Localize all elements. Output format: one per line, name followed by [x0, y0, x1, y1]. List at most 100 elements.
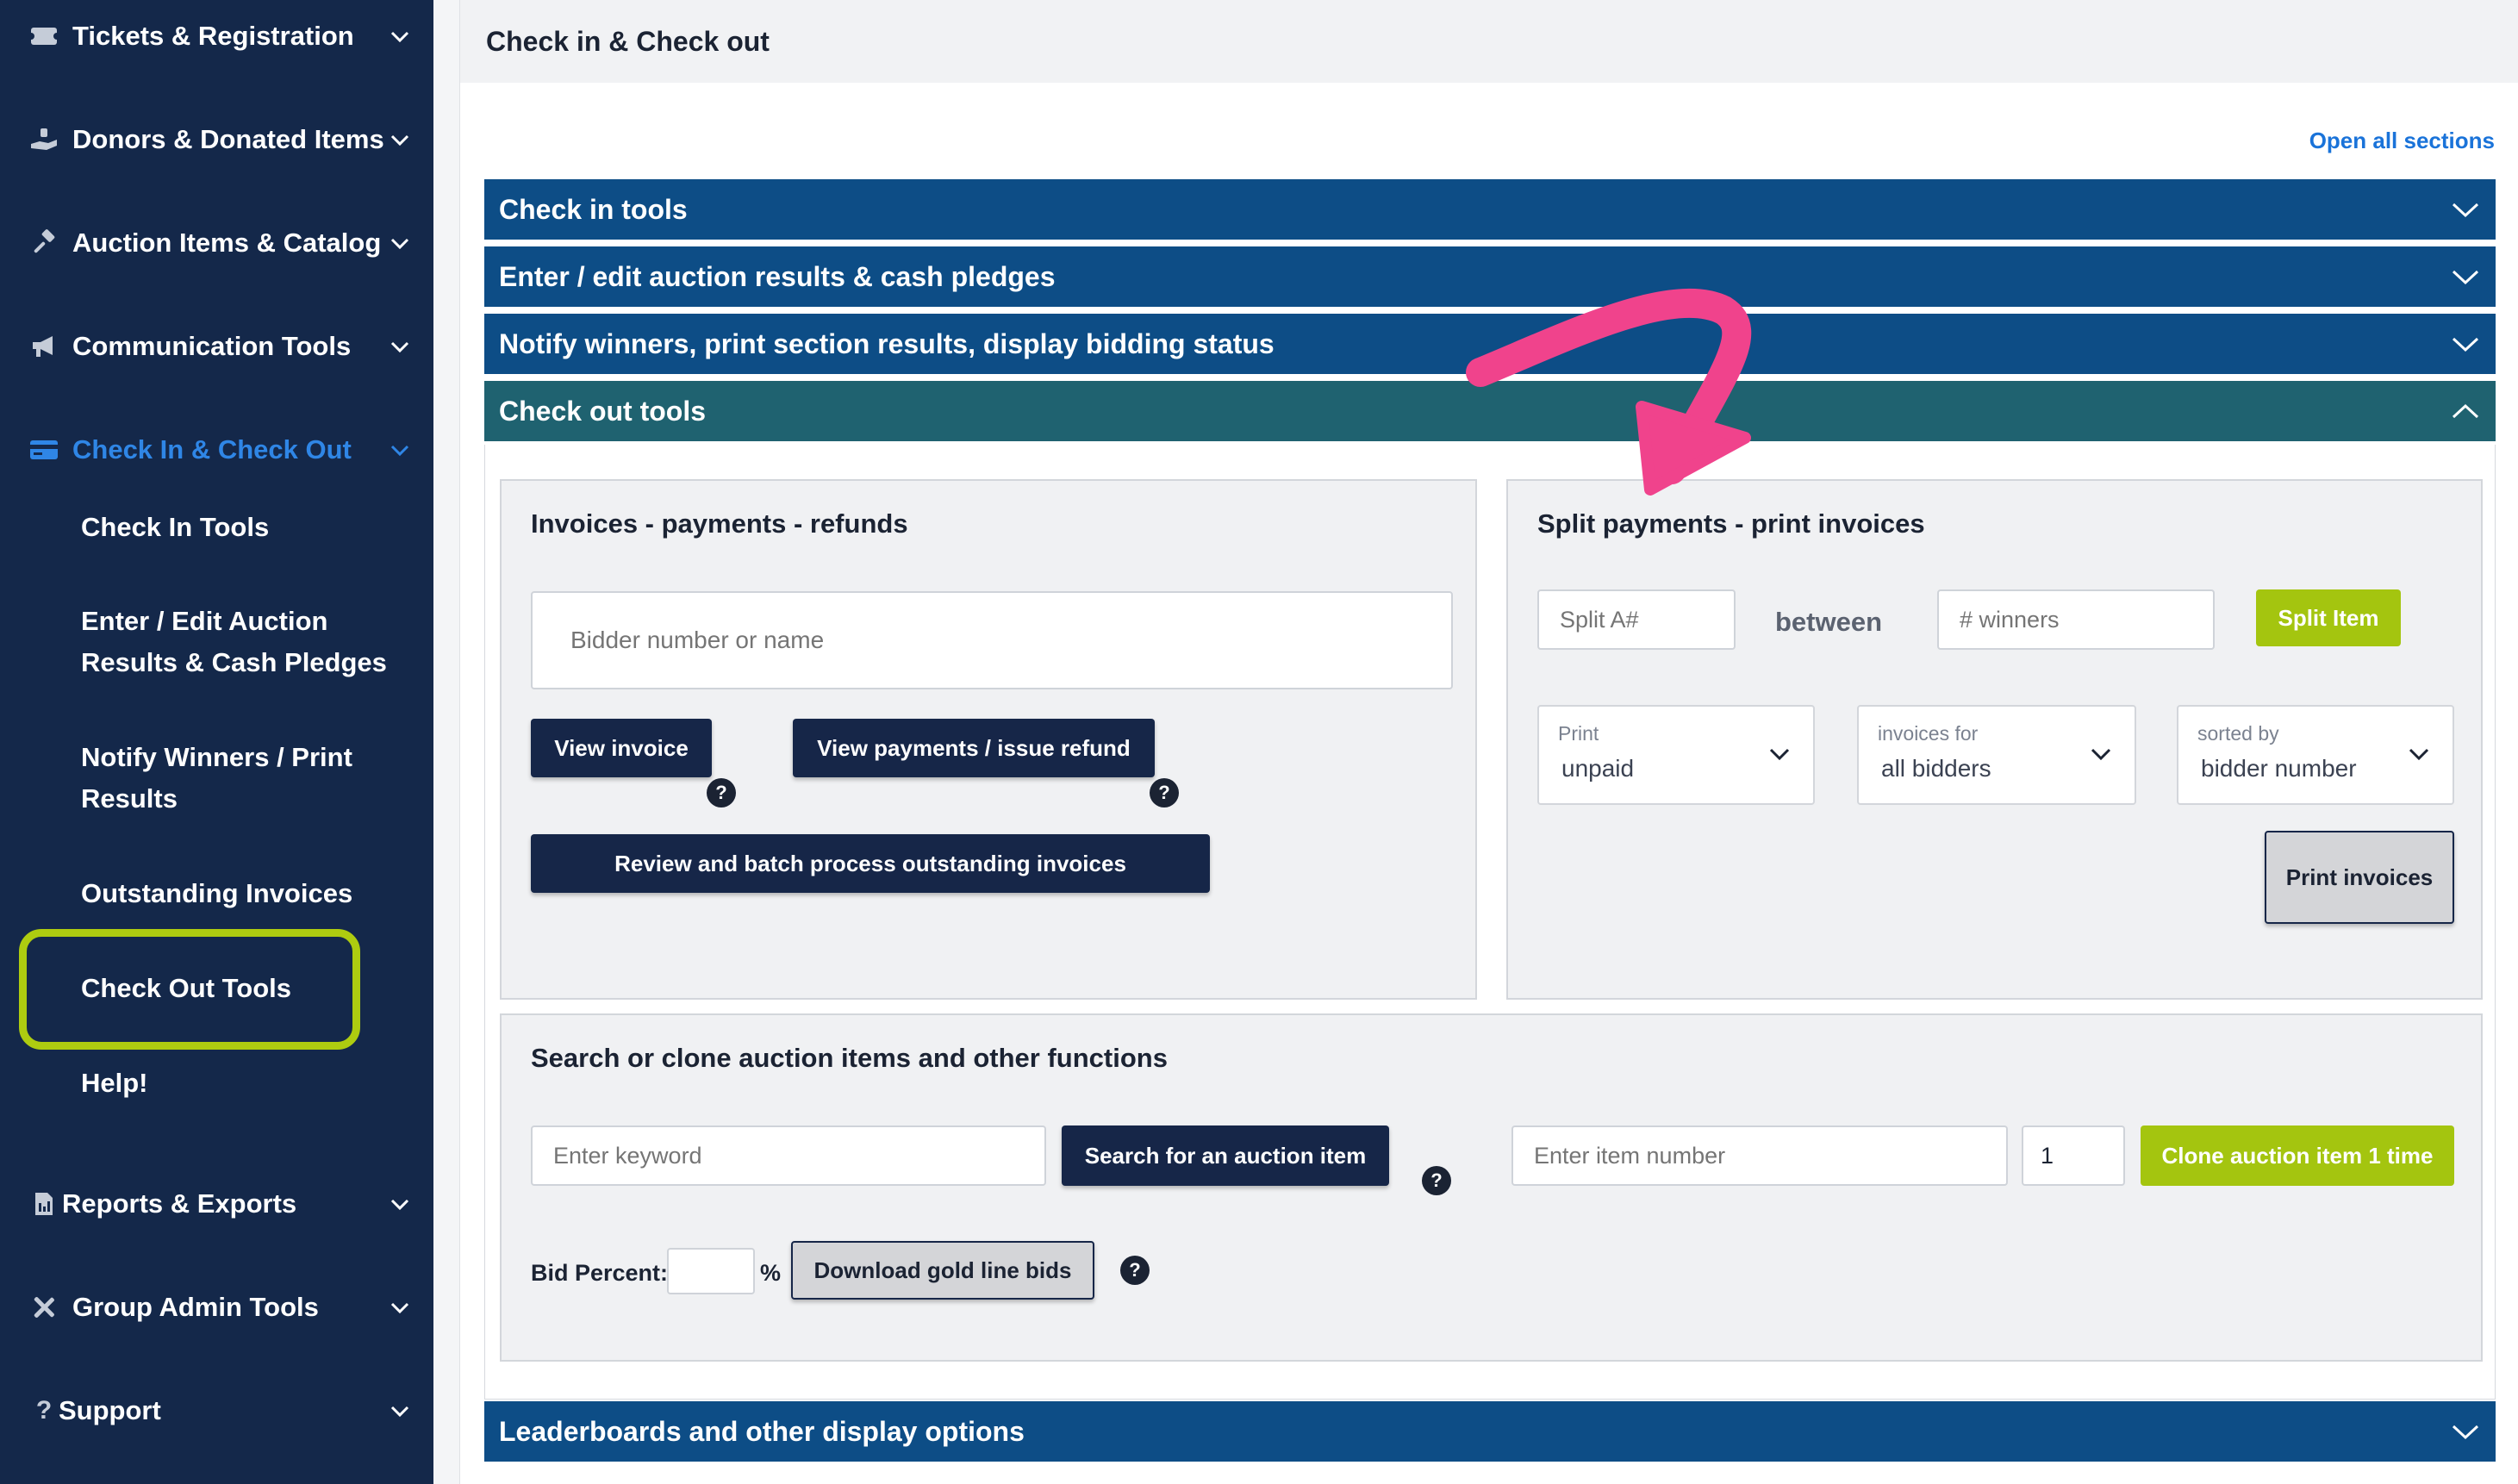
- panel-title: Search or clone auction items and other …: [531, 1043, 1168, 1073]
- chevron-down-icon: [390, 341, 409, 353]
- print-invoices-button[interactable]: Print invoices: [2265, 831, 2454, 924]
- review-batch-invoices-button[interactable]: Review and batch process outstanding inv…: [531, 834, 1210, 893]
- help-icon[interactable]: ?: [1120, 1256, 1150, 1285]
- tools-icon: [29, 1293, 59, 1322]
- highlight-annotation: [19, 929, 360, 1050]
- nav-label: Donors & Donated Items: [72, 124, 384, 154]
- nav-reports-exports[interactable]: Reports & Exports: [0, 1169, 433, 1238]
- chevron-down-icon: [2452, 1425, 2479, 1440]
- help-icon[interactable]: ?: [1150, 778, 1179, 807]
- chevron-down-icon: [390, 1406, 409, 1418]
- subnav-notify-winners[interactable]: Notify Winners / Print Results: [81, 737, 408, 820]
- chevron-down-icon: [390, 1199, 409, 1211]
- section-notify-winners[interactable]: Notify winners, print section results, d…: [484, 314, 2496, 374]
- chevron-down-icon: [390, 134, 409, 147]
- nav-support[interactable]: ? Support: [0, 1376, 433, 1445]
- gavel-icon: [29, 228, 59, 258]
- chevron-down-icon: [2452, 203, 2479, 218]
- document-icon: [29, 1189, 59, 1219]
- panel-title: Invoices - payments - refunds: [531, 508, 908, 539]
- bid-percent-label: Bid Percent:: [531, 1260, 669, 1286]
- nav-check-in-check-out[interactable]: Check In & Check Out: [0, 415, 433, 484]
- winners-count-input[interactable]: [1937, 589, 2215, 650]
- bidder-search-input[interactable]: [531, 591, 1453, 689]
- nav-group-admin-tools[interactable]: Group Admin Tools: [0, 1273, 433, 1342]
- clone-count-input[interactable]: [2022, 1125, 2125, 1186]
- split-auction-number-input[interactable]: [1537, 589, 1736, 650]
- nav-tickets-registration[interactable]: Tickets & Registration: [0, 2, 433, 71]
- subnav-outstanding-invoices[interactable]: Outstanding Invoices: [81, 873, 408, 914]
- section-leaderboards[interactable]: Leaderboards and other display options: [484, 1401, 2496, 1462]
- select-value: bidder number: [2201, 755, 2357, 782]
- chevron-down-icon: [2452, 337, 2479, 352]
- search-clone-panel: Search or clone auction items and other …: [500, 1013, 2483, 1362]
- item-number-input[interactable]: [1511, 1125, 2008, 1186]
- check-out-tools-body: Invoices - payments - refunds View invoi…: [484, 445, 2496, 1400]
- chevron-down-icon: [390, 1302, 409, 1314]
- section-check-out-tools[interactable]: Check out tools: [484, 381, 2496, 441]
- select-value: all bidders: [1881, 755, 1991, 782]
- nav-communication-tools[interactable]: Communication Tools: [0, 312, 433, 381]
- nav-label: Tickets & Registration: [72, 21, 354, 51]
- open-all-sections-link[interactable]: Open all sections: [2309, 128, 2495, 154]
- question-icon: ?: [35, 1396, 53, 1425]
- chevron-down-icon: [390, 445, 409, 457]
- section-title: Check out tools: [499, 395, 707, 427]
- panel-title: Split payments - print invoices: [1537, 508, 1925, 539]
- search-auction-item-button[interactable]: Search for an auction item: [1062, 1125, 1389, 1186]
- nav-label: Communication Tools: [72, 331, 352, 361]
- download-gold-line-bids-button[interactable]: Download gold line bids: [791, 1241, 1094, 1300]
- view-invoice-button[interactable]: View invoice: [531, 719, 712, 777]
- ticket-icon: [29, 22, 59, 51]
- split-payments-panel: Split payments - print invoices between …: [1506, 479, 2483, 1000]
- nav-label: Check In & Check Out: [72, 434, 352, 465]
- credit-card-icon: [29, 435, 59, 465]
- select-label: sorted by: [2197, 722, 2279, 745]
- donate-hand-icon: [29, 125, 59, 154]
- select-label: Print: [1558, 722, 1599, 745]
- page-header: Check in & Check out: [459, 0, 2518, 83]
- nav-auction-items-catalog[interactable]: Auction Items & Catalog: [0, 209, 433, 277]
- nav-label: Reports & Exports: [62, 1188, 297, 1219]
- section-title: Check in tools: [499, 193, 688, 225]
- section-title: Leaderboards and other display options: [499, 1415, 1025, 1447]
- sorted-by-select[interactable]: sorted by bidder number: [2177, 705, 2454, 805]
- section-enter-edit-results[interactable]: Enter / edit auction results & cash pled…: [484, 246, 2496, 307]
- bid-percent-input[interactable]: [667, 1248, 755, 1294]
- chevron-down-icon: [390, 238, 409, 250]
- chevron-up-icon: [2452, 403, 2479, 419]
- megaphone-icon: [29, 332, 59, 361]
- chevron-down-icon: [390, 31, 409, 43]
- sidebar: Tickets & Registration Donors & Donated …: [0, 0, 433, 1484]
- section-title: Enter / edit auction results & cash pled…: [499, 260, 1056, 292]
- invoices-panel: Invoices - payments - refunds View invoi…: [500, 479, 1477, 1000]
- keyword-input[interactable]: [531, 1125, 1046, 1186]
- section-check-in-tools[interactable]: Check in tools: [484, 179, 2496, 240]
- main-area: Check in & Check out Open all sections C…: [433, 0, 2518, 1484]
- between-label: between: [1775, 607, 1883, 637]
- nav-label: Auction Items & Catalog: [72, 228, 382, 258]
- nav-donors-donated-items[interactable]: Donors & Donated Items: [0, 105, 433, 174]
- invoices-for-select[interactable]: invoices for all bidders: [1857, 705, 2136, 805]
- nav-label: Group Admin Tools: [72, 1292, 319, 1322]
- help-icon[interactable]: ?: [707, 778, 736, 807]
- clone-auction-item-button[interactable]: Clone auction item 1 time: [2141, 1125, 2454, 1186]
- percent-sign: %: [760, 1260, 782, 1286]
- select-value: unpaid: [1561, 755, 1635, 782]
- split-item-button[interactable]: Split Item: [2256, 589, 2401, 646]
- help-icon[interactable]: ?: [1422, 1166, 1451, 1195]
- chevron-down-icon: [2409, 748, 2429, 761]
- page-title: Check in & Check out: [486, 25, 770, 57]
- chevron-down-icon: [2091, 748, 2111, 761]
- nav-label: Support: [59, 1395, 161, 1425]
- chevron-down-icon: [1769, 748, 1790, 761]
- select-label: invoices for: [1878, 722, 1979, 745]
- chevron-down-icon: [2452, 270, 2479, 285]
- view-payments-refund-button[interactable]: View payments / issue refund: [793, 719, 1155, 777]
- subnav-check-in-tools[interactable]: Check In Tools: [81, 507, 408, 548]
- subnav-enter-edit-auction-results[interactable]: Enter / Edit Auction Results & Cash Pled…: [81, 601, 408, 683]
- print-status-select[interactable]: Print unpaid: [1537, 705, 1815, 805]
- content: Open all sections Check in tools Enter /…: [459, 83, 2518, 1484]
- subnav-help[interactable]: Help!: [81, 1063, 408, 1104]
- section-title: Notify winners, print section results, d…: [499, 327, 1275, 359]
